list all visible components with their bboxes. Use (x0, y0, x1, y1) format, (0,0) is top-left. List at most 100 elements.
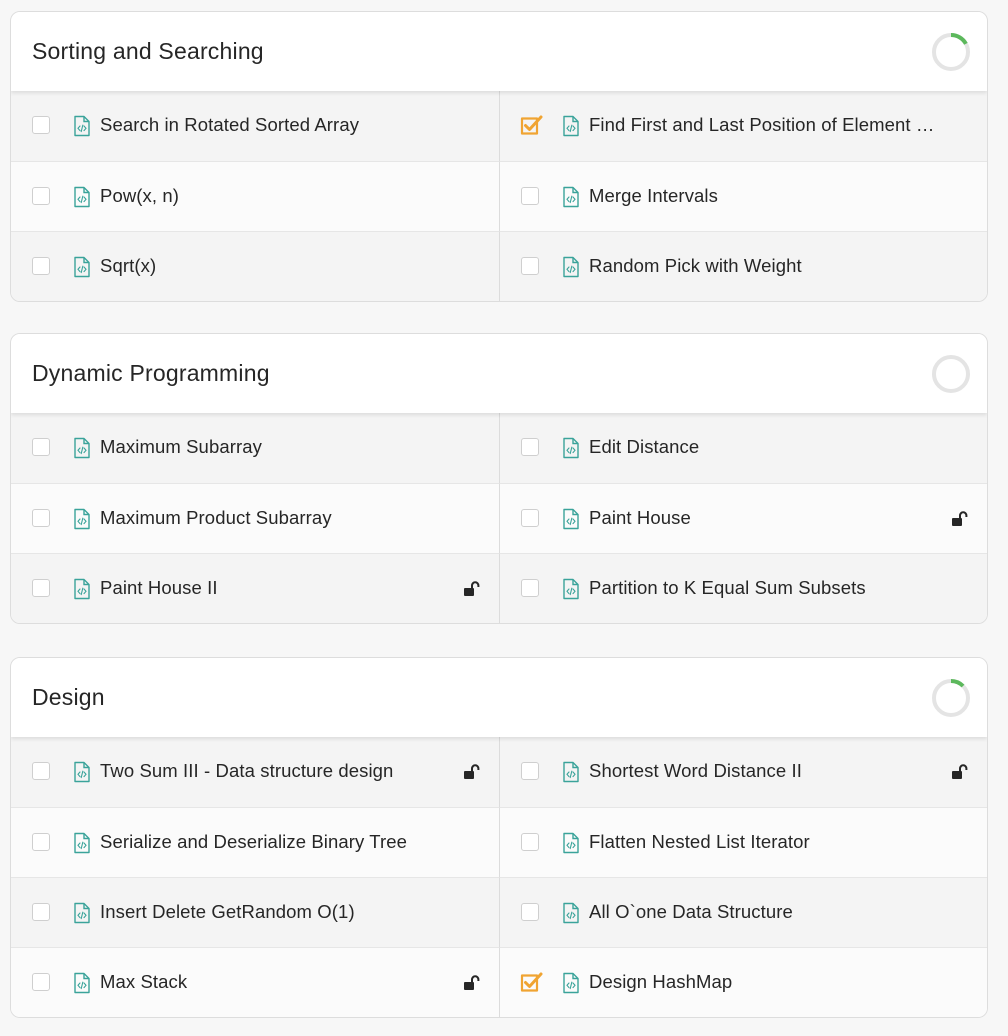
code-file-icon (562, 761, 580, 783)
code-file-icon (562, 578, 580, 600)
code-file-icon (73, 578, 91, 600)
section-card-dynamic-programming: Dynamic Programming Maximum Subarray Edit … (10, 333, 988, 624)
problem-item-all-o-one-data-structure[interactable]: All O`one Data Structure (499, 877, 987, 947)
todo-checkbox[interactable] (32, 508, 50, 527)
code-file-icon (562, 832, 580, 854)
problem-title[interactable]: Paint House (589, 484, 937, 552)
todo-checkbox[interactable] (32, 116, 50, 134)
problem-item-find-first-and-last-position-of-element-in-sorted-array[interactable]: Find First and Last Position of Element … (499, 91, 987, 161)
section-header[interactable]: Design (11, 658, 987, 737)
code-file-icon (562, 186, 580, 208)
problem-title[interactable]: Merge Intervals (589, 162, 937, 230)
problem-item-insert-delete-getrandom-o-1[interactable]: Insert Delete GetRandom O(1) (11, 877, 499, 947)
problem-item-maximum-product-subarray[interactable]: Maximum Product Subarray (11, 483, 499, 553)
problem-title[interactable]: Maximum Subarray (100, 413, 449, 481)
code-file-icon (562, 972, 580, 994)
todo-checkbox[interactable] (32, 902, 50, 921)
code-file-icon (562, 115, 580, 137)
code-file-icon (562, 437, 580, 459)
code-file-icon (73, 256, 91, 278)
problem-item-serialize-and-deserialize-binary-tree[interactable]: Serialize and Deserialize Binary Tree (11, 807, 499, 877)
problem-title[interactable]: Design HashMap (589, 948, 937, 1016)
problem-item-design-hashmap[interactable]: Design HashMap (499, 947, 987, 1017)
todo-checkbox[interactable] (32, 186, 50, 205)
problem-title[interactable]: All O`one Data Structure (589, 878, 937, 946)
section-title: Design (32, 684, 105, 710)
problem-item-random-pick-with-weight[interactable]: Random Pick with Weight (499, 231, 987, 301)
problem-title[interactable]: Shortest Word Distance II (589, 737, 937, 805)
problem-item-partition-to-k-equal-sum-subsets[interactable]: Partition to K Equal Sum Subsets (499, 553, 987, 623)
completed-checkbox[interactable] (520, 115, 543, 135)
todo-checkbox[interactable] (521, 186, 539, 205)
section-title: Sorting and Searching (32, 38, 264, 64)
problem-item-sqrt-x[interactable]: Sqrt(x) (11, 231, 499, 301)
section-title: Dynamic Programming (32, 360, 270, 386)
todo-checkbox[interactable] (521, 762, 539, 780)
code-file-icon (73, 832, 91, 854)
problem-grid: Two Sum III - Data structure design Short… (11, 737, 987, 1017)
progress-ring (931, 354, 971, 394)
problem-item-search-in-rotated-sorted-array[interactable]: Search in Rotated Sorted Array (11, 91, 499, 161)
progress-ring (931, 678, 971, 718)
problem-title[interactable]: Sqrt(x) (100, 232, 449, 300)
lock-icon (951, 510, 969, 527)
problem-item-paint-house[interactable]: Paint House (499, 483, 987, 553)
code-file-icon (73, 186, 91, 208)
problem-item-flatten-nested-list-iterator[interactable]: Flatten Nested List Iterator (499, 807, 987, 877)
lock-icon (463, 764, 481, 780)
problem-grid: Search in Rotated Sorted Array Find First… (11, 91, 987, 301)
lock-icon (463, 580, 481, 597)
problem-item-shortest-word-distance-ii[interactable]: Shortest Word Distance II (499, 737, 987, 807)
todo-checkbox[interactable] (521, 902, 539, 921)
lock-icon (951, 764, 969, 780)
completed-checkbox[interactable] (520, 972, 543, 992)
code-file-icon (562, 902, 580, 924)
problem-item-max-stack[interactable]: Max Stack (11, 947, 499, 1017)
problem-title[interactable]: Max Stack (100, 948, 449, 1016)
problem-title[interactable]: Partition to K Equal Sum Subsets (589, 554, 937, 622)
problem-title[interactable]: Paint House II (100, 554, 449, 622)
todo-checkbox[interactable] (521, 508, 539, 527)
todo-checkbox[interactable] (32, 256, 50, 275)
problem-title[interactable]: Find First and Last Position of Element … (589, 91, 937, 159)
problem-title[interactable]: Edit Distance (589, 413, 937, 481)
todo-checkbox[interactable] (521, 256, 539, 275)
progress-ring (931, 32, 971, 72)
todo-checkbox[interactable] (521, 438, 539, 456)
problem-sections: Sorting and Searching Search in Rotated S… (0, 0, 1008, 1036)
section-header[interactable]: Dynamic Programming (11, 334, 987, 413)
section-card-design: Design Two Sum III - Data structure desig… (10, 657, 988, 1018)
problem-title[interactable]: Search in Rotated Sorted Array (100, 91, 449, 159)
code-file-icon (562, 508, 580, 530)
problem-title[interactable]: Random Pick with Weight (589, 232, 937, 300)
problem-item-merge-intervals[interactable]: Merge Intervals (499, 161, 987, 231)
problem-item-pow-x-n[interactable]: Pow(x, n) (11, 161, 499, 231)
problem-title[interactable]: Flatten Nested List Iterator (589, 808, 937, 876)
todo-checkbox[interactable] (32, 832, 50, 851)
todo-checkbox[interactable] (32, 972, 50, 991)
problem-item-maximum-subarray[interactable]: Maximum Subarray (11, 413, 499, 483)
problem-title[interactable]: Serialize and Deserialize Binary Tree (100, 808, 449, 876)
code-file-icon (73, 437, 91, 459)
problem-title[interactable]: Insert Delete GetRandom O(1) (100, 878, 449, 946)
todo-checkbox[interactable] (32, 762, 50, 780)
code-file-icon (562, 256, 580, 278)
code-file-icon (73, 115, 91, 137)
section-header[interactable]: Sorting and Searching (11, 12, 987, 91)
todo-checkbox[interactable] (521, 578, 539, 597)
problem-title[interactable]: Maximum Product Subarray (100, 484, 449, 552)
code-file-icon (73, 508, 91, 530)
todo-checkbox[interactable] (32, 438, 50, 456)
code-file-icon (73, 972, 91, 994)
lock-icon (463, 974, 481, 991)
problem-item-paint-house-ii[interactable]: Paint House II (11, 553, 499, 623)
section-card-sorting-and-searching: Sorting and Searching Search in Rotated S… (10, 11, 988, 302)
todo-checkbox[interactable] (32, 578, 50, 597)
problem-item-edit-distance[interactable]: Edit Distance (499, 413, 987, 483)
todo-checkbox[interactable] (521, 832, 539, 851)
problem-title[interactable]: Pow(x, n) (100, 162, 449, 230)
problem-item-two-sum-iii-data-structure-design[interactable]: Two Sum III - Data structure design (11, 737, 499, 807)
problem-title[interactable]: Two Sum III - Data structure design (100, 737, 449, 805)
code-file-icon (73, 761, 91, 783)
problem-grid: Maximum Subarray Edit Distance Maximum Pro… (11, 413, 987, 623)
